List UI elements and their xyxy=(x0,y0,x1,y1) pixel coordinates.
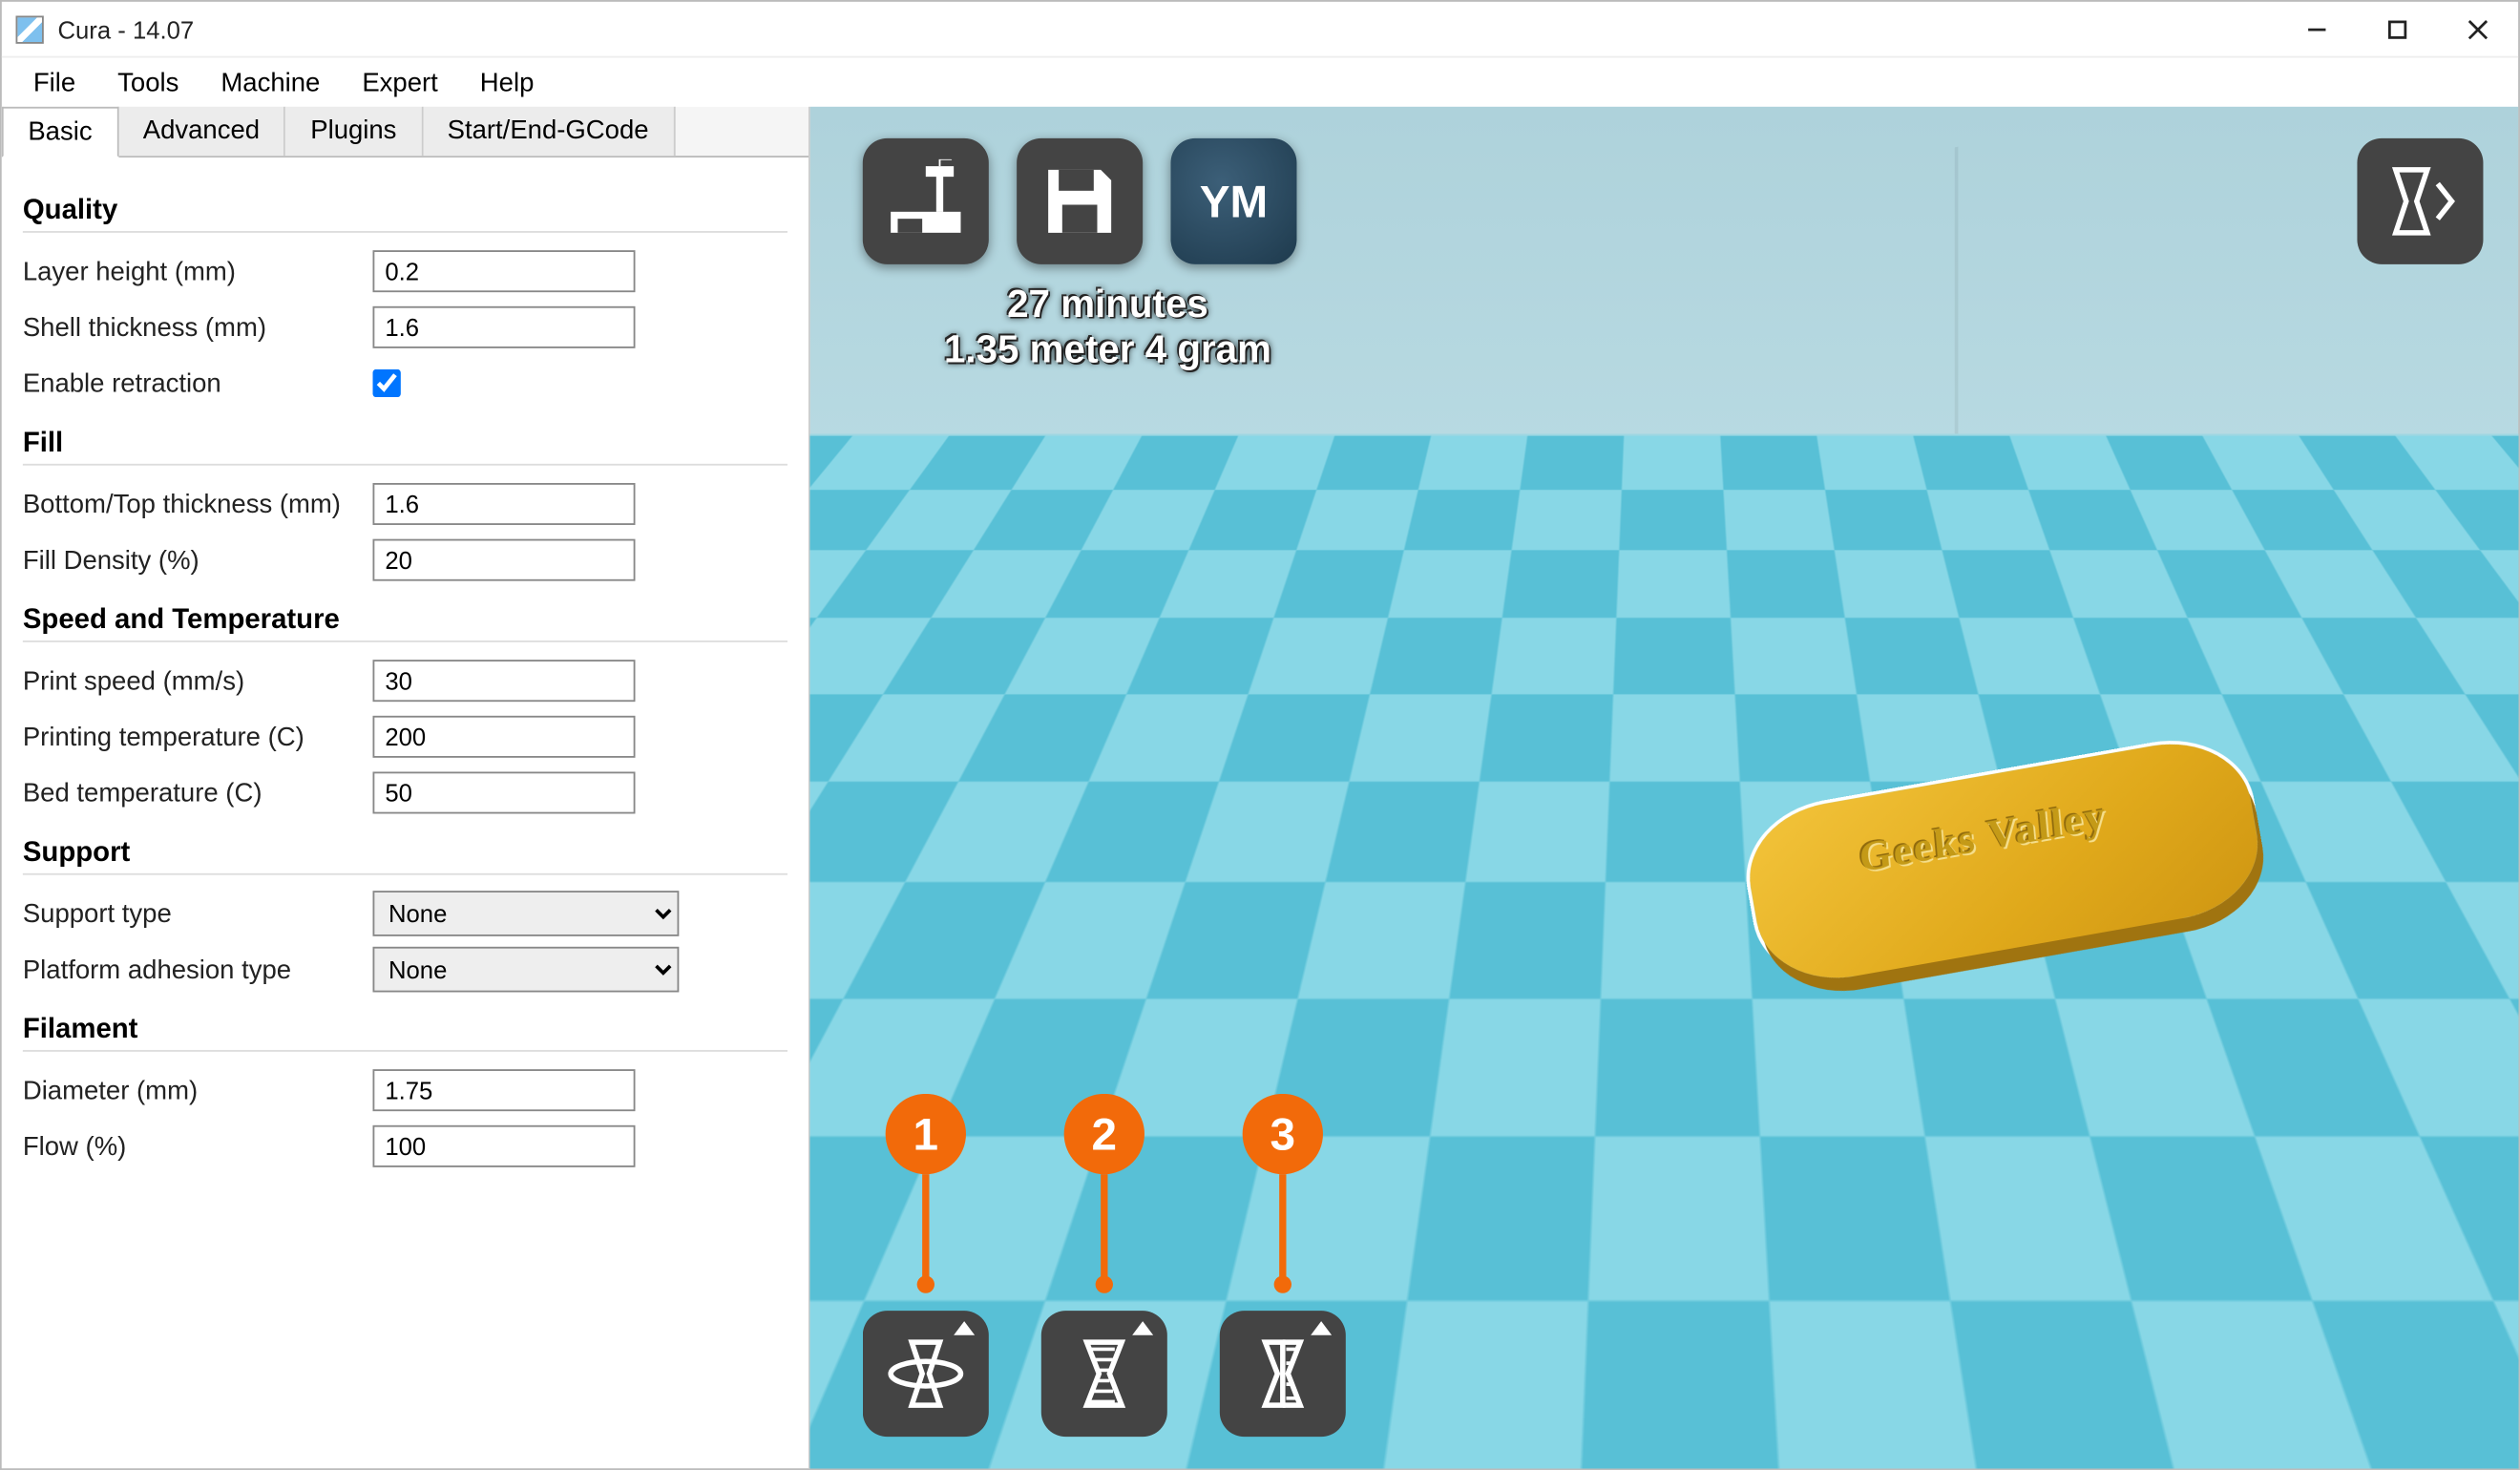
section-quality: Quality xyxy=(23,196,788,232)
fill-density-input[interactable] xyxy=(372,539,635,581)
print-speed-label: Print speed (mm/s) xyxy=(23,666,373,696)
callout-bubble-2: 2 xyxy=(1064,1094,1144,1174)
bottom-top-label: Bottom/Top thickness (mm) xyxy=(23,489,373,518)
callout-2: 2 xyxy=(1041,1094,1167,1293)
app-icon xyxy=(15,15,43,43)
callout-3: 3 xyxy=(1220,1094,1346,1293)
callout-1: 1 xyxy=(863,1094,989,1293)
expand-indicator-icon xyxy=(1132,1321,1153,1335)
flow-input[interactable] xyxy=(372,1125,635,1167)
printing-temp-label: Printing temperature (C) xyxy=(23,722,373,751)
layer-height-input[interactable] xyxy=(372,250,635,292)
support-type-label: Support type xyxy=(23,898,373,928)
mirror-button[interactable] xyxy=(1220,1311,1346,1437)
view-mode-button[interactable] xyxy=(2357,138,2483,264)
load-model-icon xyxy=(884,159,968,243)
annotation-callouts: 1 2 3 xyxy=(863,1094,1346,1293)
menu-expert[interactable]: Expert xyxy=(341,60,458,104)
adhesion-select[interactable]: None xyxy=(372,947,679,993)
adhesion-label: Platform adhesion type xyxy=(23,955,373,984)
main-window: Cura - 14.07 File Tools Machine Expert H… xyxy=(0,0,2520,1470)
save-icon xyxy=(1041,162,1119,240)
flow-label: Flow (%) xyxy=(23,1131,373,1161)
enable-retraction-label: Enable retraction xyxy=(23,368,373,398)
load-model-button[interactable] xyxy=(863,138,989,264)
diameter-input[interactable] xyxy=(372,1069,635,1111)
section-support: Support xyxy=(23,838,788,874)
view-mode-icon xyxy=(2378,159,2462,243)
3d-viewport[interactable]: Geeks Valley xyxy=(810,107,2518,1468)
save-toolpath-button[interactable] xyxy=(1017,138,1143,264)
estimate-time: 27 minutes xyxy=(880,282,1335,327)
menu-tools[interactable]: Tools xyxy=(96,60,200,104)
bed-temp-label: Bed temperature (C) xyxy=(23,778,373,808)
tab-gcode[interactable]: Start/End-GCode xyxy=(423,107,675,156)
titlebar: Cura - 14.07 xyxy=(2,2,2518,58)
section-filament: Filament xyxy=(23,1015,788,1051)
youmagine-button[interactable]: YM xyxy=(1170,138,1296,264)
rotate-button[interactable] xyxy=(863,1311,989,1437)
window-controls xyxy=(2277,2,2518,56)
settings-tabs: Basic Advanced Plugins Start/End-GCode xyxy=(2,107,808,158)
bottom-top-input[interactable] xyxy=(372,483,635,525)
shell-thickness-label: Shell thickness (mm) xyxy=(23,312,373,342)
minimize-button[interactable] xyxy=(2277,2,2357,56)
layer-height-label: Layer height (mm) xyxy=(23,257,373,286)
tab-advanced[interactable]: Advanced xyxy=(118,107,285,156)
rotate-icon xyxy=(884,1332,968,1416)
scale-icon xyxy=(1062,1332,1146,1416)
callout-bubble-3: 3 xyxy=(1243,1094,1323,1174)
settings-form: Quality Layer height (mm) Shell thicknes… xyxy=(2,158,808,1174)
menu-file[interactable]: File xyxy=(12,60,96,104)
estimate-material: 1.35 meter 4 gram xyxy=(880,328,1335,374)
tab-plugins[interactable]: Plugins xyxy=(286,107,423,156)
maximize-button[interactable] xyxy=(2357,2,2437,56)
expand-indicator-icon xyxy=(1311,1321,1332,1335)
shell-thickness-input[interactable] xyxy=(372,306,635,348)
bed-temp-input[interactable] xyxy=(372,771,635,813)
enable-retraction-checkbox[interactable] xyxy=(372,369,400,397)
menu-machine[interactable]: Machine xyxy=(200,60,341,104)
transform-toolbar xyxy=(863,1311,1346,1437)
expand-indicator-icon xyxy=(954,1321,975,1335)
menubar: File Tools Machine Expert Help xyxy=(2,57,2518,106)
print-speed-input[interactable] xyxy=(372,660,635,702)
section-fill: Fill xyxy=(23,429,788,465)
support-type-select[interactable]: None xyxy=(372,891,679,936)
window-title: Cura - 14.07 xyxy=(57,15,2277,43)
content-area: Basic Advanced Plugins Start/End-GCode Q… xyxy=(2,107,2518,1468)
youmagine-label: YM xyxy=(1200,174,1268,228)
printing-temp-input[interactable] xyxy=(372,716,635,758)
fill-density-label: Fill Density (%) xyxy=(23,545,373,575)
mirror-icon xyxy=(1241,1332,1325,1416)
settings-panel: Basic Advanced Plugins Start/End-GCode Q… xyxy=(2,107,810,1468)
callout-bubble-1: 1 xyxy=(886,1094,966,1174)
menu-help[interactable]: Help xyxy=(459,60,556,104)
tab-basic[interactable]: Basic xyxy=(2,107,118,158)
print-estimate: 27 minutes 1.35 meter 4 gram xyxy=(880,282,1335,374)
section-speed-temp: Speed and Temperature xyxy=(23,605,788,641)
close-button[interactable] xyxy=(2438,2,2518,56)
viewport-toolbar: YM xyxy=(863,138,1297,264)
diameter-label: Diameter (mm) xyxy=(23,1076,373,1105)
scale-button[interactable] xyxy=(1041,1311,1167,1437)
